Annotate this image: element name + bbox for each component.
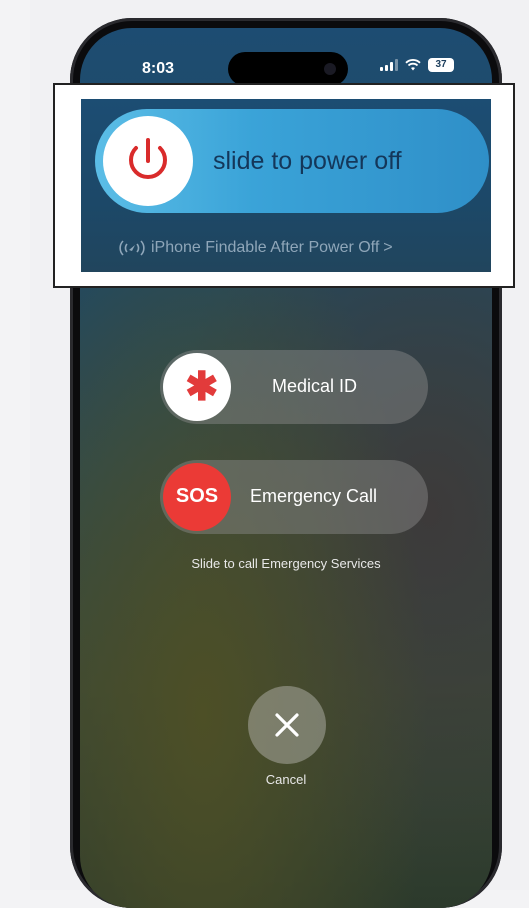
power-knob[interactable] bbox=[103, 116, 193, 206]
chevron-right-icon: > bbox=[383, 239, 393, 256]
findable-row[interactable]: iPhone Findable After Power Off > bbox=[117, 239, 393, 257]
power-icon bbox=[129, 138, 167, 180]
cancel-button[interactable] bbox=[248, 686, 326, 764]
status-time: 8:03 bbox=[142, 60, 175, 77]
close-icon bbox=[275, 713, 299, 737]
asterisk-icon: ✱ bbox=[185, 365, 219, 409]
camera-icon bbox=[324, 63, 336, 75]
emergency-call-slider[interactable]: SOS Emergency Call bbox=[160, 460, 428, 534]
power-off-slider[interactable]: slide to power off bbox=[95, 109, 489, 213]
power-off-highlight: slide to power off iPhone Findable After… bbox=[53, 83, 515, 288]
medical-id-knob[interactable]: ✱ bbox=[163, 353, 231, 421]
medical-id-slider[interactable]: ✱ Medical ID bbox=[160, 350, 428, 424]
medical-id-label: Medical ID bbox=[272, 376, 358, 396]
signal-icon bbox=[380, 59, 398, 71]
power-off-panel: slide to power off iPhone Findable After… bbox=[81, 99, 491, 272]
findable-icon bbox=[119, 240, 145, 256]
emergency-hint: Slide to call Emergency Services bbox=[191, 556, 381, 571]
status-icons: 37 bbox=[380, 58, 454, 72]
dynamic-island bbox=[228, 52, 348, 86]
wifi-icon bbox=[405, 59, 421, 71]
cancel-label: Cancel bbox=[265, 772, 307, 787]
emergency-call-label: Emergency Call bbox=[250, 486, 378, 506]
sos-knob[interactable]: SOS bbox=[163, 463, 231, 531]
power-off-label: slide to power off bbox=[213, 147, 402, 175]
findable-label: iPhone Findable After Power Off bbox=[151, 239, 380, 256]
sos-label: SOS bbox=[175, 485, 219, 507]
battery-icon: 37 bbox=[428, 58, 454, 72]
